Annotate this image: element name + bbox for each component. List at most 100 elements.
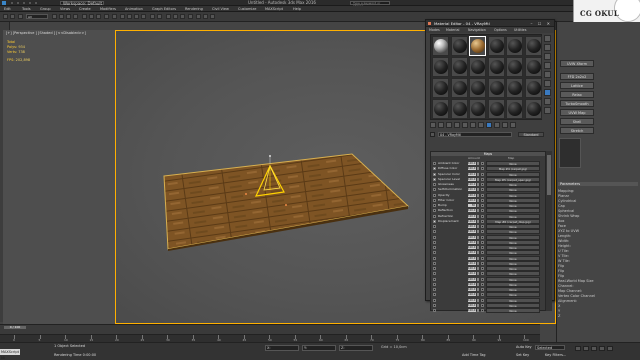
amount-spinner[interactable]	[477, 303, 479, 307]
material-sample-slot[interactable]	[506, 99, 523, 119]
auto-key-button[interactable]: Auto Key	[516, 345, 532, 349]
map-amount-field[interactable]: 100,0	[468, 177, 476, 181]
map-toggle-checkbox[interactable]	[481, 214, 484, 218]
me-menu-modes[interactable]: Modes	[429, 27, 440, 33]
map-toggle-checkbox[interactable]	[481, 240, 484, 244]
map-enable-checkbox[interactable]	[433, 298, 436, 302]
workspace-dropdown[interactable]: Workspace: Default	[60, 1, 104, 6]
amount-spinner[interactable]	[477, 230, 479, 234]
parameter-row[interactable]: Alignment:	[558, 299, 577, 303]
map-slot-button[interactable]: Map #4 (carpet.jpg)	[486, 166, 540, 172]
modifier-button[interactable]: Shell	[560, 118, 594, 125]
material-sample-slot[interactable]	[524, 57, 542, 77]
map-slot-button[interactable]: None	[486, 302, 540, 308]
window-crossing-icon[interactable]	[73, 14, 78, 19]
map-slot-button[interactable]: None	[486, 271, 540, 277]
parameter-row[interactable]: Box	[558, 219, 565, 223]
map-toggle-checkbox[interactable]	[481, 198, 484, 202]
map-amount-field[interactable]: 100,0	[468, 230, 476, 234]
time-slider-bar[interactable]: 0 / 100	[0, 324, 540, 334]
amount-spinner[interactable]	[477, 162, 479, 165]
map-slot-button[interactable]: None	[486, 260, 540, 266]
scrollbar-thumb[interactable]	[547, 155, 551, 195]
parameter-row[interactable]: Shrink Wrap	[558, 214, 579, 218]
map-slot-button[interactable]: None	[486, 245, 540, 250]
parameter-row[interactable]: Face	[558, 224, 566, 228]
material-editor-icon[interactable]	[188, 14, 193, 19]
map-slot-button[interactable]: None	[486, 208, 540, 214]
new-file-icon[interactable]	[10, 1, 14, 5]
amount-spinner[interactable]	[477, 272, 479, 276]
curve-editor-icon[interactable]	[173, 14, 178, 19]
map-amount-field[interactable]: 100,0	[468, 261, 476, 265]
sample-type-icon[interactable]	[544, 35, 551, 42]
z-coordinate-field[interactable]: Z:	[339, 345, 373, 351]
amount-spinner[interactable]	[477, 204, 479, 207]
material-map-navigator-icon[interactable]	[544, 107, 551, 114]
parameter-row[interactable]: Planar	[558, 194, 569, 198]
reference-coord-icon[interactable]	[104, 14, 109, 19]
backlight-icon[interactable]	[544, 44, 551, 51]
map-toggle-checkbox[interactable]	[481, 230, 484, 234]
layer-explorer-icon[interactable]	[166, 14, 171, 19]
angle-snap-icon[interactable]	[127, 14, 132, 19]
material-sample-slot[interactable]	[487, 57, 505, 77]
modifier-button[interactable]: FFD 2x2x2	[560, 73, 594, 80]
parameter-row[interactable]: V Tile:	[558, 254, 569, 258]
map-toggle-checkbox[interactable]	[481, 293, 484, 297]
select-by-name-icon[interactable]	[59, 14, 64, 19]
modifier-stack-list[interactable]	[559, 138, 581, 168]
undo-icon[interactable]	[3, 14, 8, 19]
map-toggle-checkbox[interactable]	[481, 288, 484, 291]
parameter-row[interactable]: Mapping:	[558, 189, 574, 193]
map-slot-button[interactable]: None	[486, 297, 540, 303]
map-amount-field[interactable]: 100,0	[468, 240, 476, 244]
material-sample-slot[interactable]	[432, 78, 449, 98]
amount-spinner[interactable]	[477, 267, 479, 270]
map-toggle-checkbox[interactable]	[481, 267, 484, 270]
me-menu-utilities[interactable]: Utilities	[514, 27, 526, 33]
map-slot-button[interactable]: None	[486, 234, 540, 240]
amount-spinner[interactable]	[477, 293, 479, 297]
parameter-row[interactable]: Vertex Color Channel	[558, 294, 595, 298]
amount-spinner[interactable]	[477, 298, 479, 302]
parameter-row[interactable]: Flip	[558, 269, 564, 273]
map-toggle-checkbox[interactable]	[481, 235, 484, 239]
put-to-scene-icon[interactable]	[438, 122, 444, 128]
map-enable-checkbox[interactable]	[433, 183, 436, 186]
parameter-row[interactable]: Flip	[558, 274, 564, 278]
map-toggle-checkbox[interactable]	[481, 172, 484, 176]
map-amount-field[interactable]: 100,0	[468, 272, 476, 276]
map-toggle-checkbox[interactable]	[481, 282, 484, 286]
map-slot-button[interactable]: None	[486, 161, 540, 166]
schematic-view-icon[interactable]	[180, 14, 185, 19]
map-amount-field[interactable]: 100,0	[468, 303, 476, 307]
map-enable-checkbox[interactable]	[433, 293, 436, 297]
material-sample-slot[interactable]	[524, 78, 542, 98]
map-amount-field[interactable]: 100,0	[468, 288, 476, 291]
parameter-row[interactable]: Map Channel:	[558, 289, 582, 293]
map-amount-field[interactable]: 100,0	[468, 298, 476, 302]
map-toggle-checkbox[interactable]	[481, 177, 484, 181]
map-amount-field[interactable]: 100,0	[468, 309, 476, 312]
map-slot-button[interactable]: Map #6 (carpet_disp.jpg)	[486, 218, 540, 224]
map-slot-button[interactable]: None	[486, 192, 540, 198]
material-sample-slot[interactable]	[432, 57, 449, 77]
mirror-icon[interactable]	[150, 14, 155, 19]
background-icon[interactable]	[544, 53, 551, 60]
map-slot-button[interactable]: None	[486, 224, 540, 229]
map-enable-checkbox[interactable]	[433, 277, 436, 281]
modifier-button[interactable]: UVW Xform	[560, 60, 594, 67]
map-enable-checkbox[interactable]	[433, 188, 436, 192]
map-enable-checkbox[interactable]	[433, 251, 436, 255]
amount-spinner[interactable]	[477, 282, 479, 286]
parameter-row[interactable]: Length:	[558, 234, 571, 238]
map-toggle-checkbox[interactable]	[481, 261, 484, 265]
parameters-rollout[interactable]: Parameters	[558, 182, 638, 186]
key-mode-dropdown[interactable]: Selected	[535, 345, 565, 350]
app-logo-icon[interactable]	[2, 1, 6, 5]
get-material-icon[interactable]	[430, 122, 436, 128]
map-slot-button[interactable]: None	[486, 292, 540, 298]
map-toggle-checkbox[interactable]	[481, 251, 484, 255]
material-sample-slot[interactable]	[524, 36, 542, 56]
